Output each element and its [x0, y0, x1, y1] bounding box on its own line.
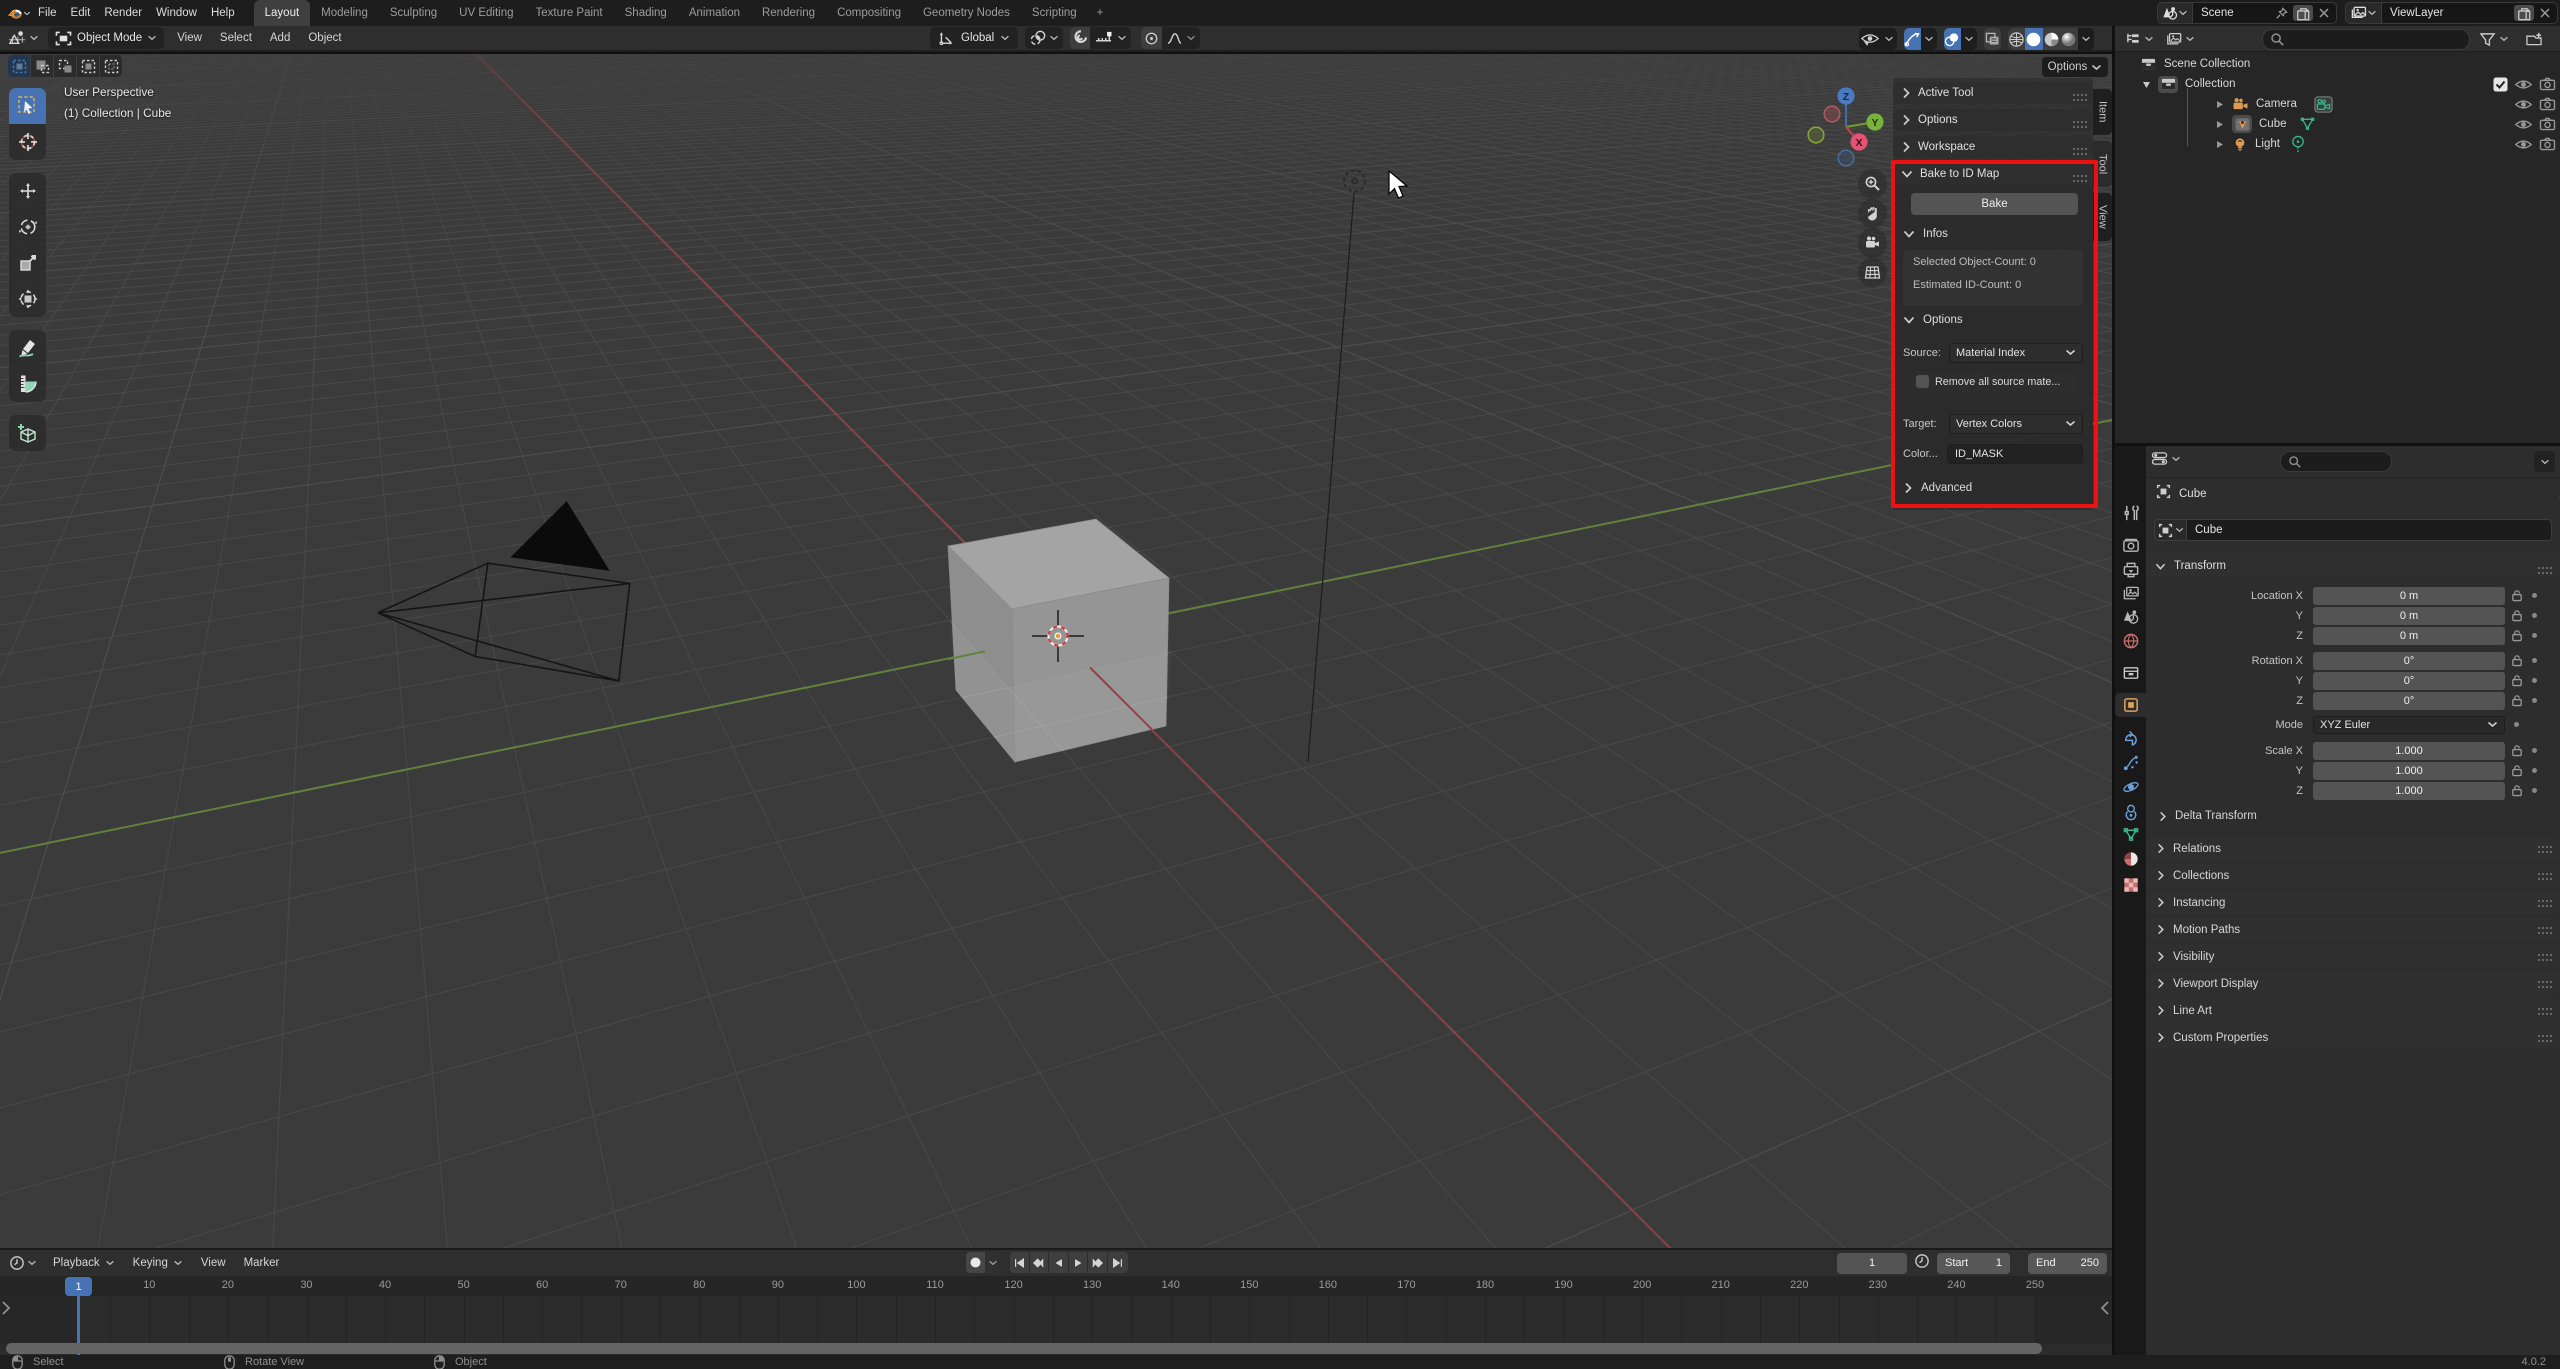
svg-text:X: X: [1855, 137, 1862, 149]
svg-text:Y: Y: [1871, 117, 1878, 129]
svg-text:Z: Z: [1843, 91, 1850, 103]
